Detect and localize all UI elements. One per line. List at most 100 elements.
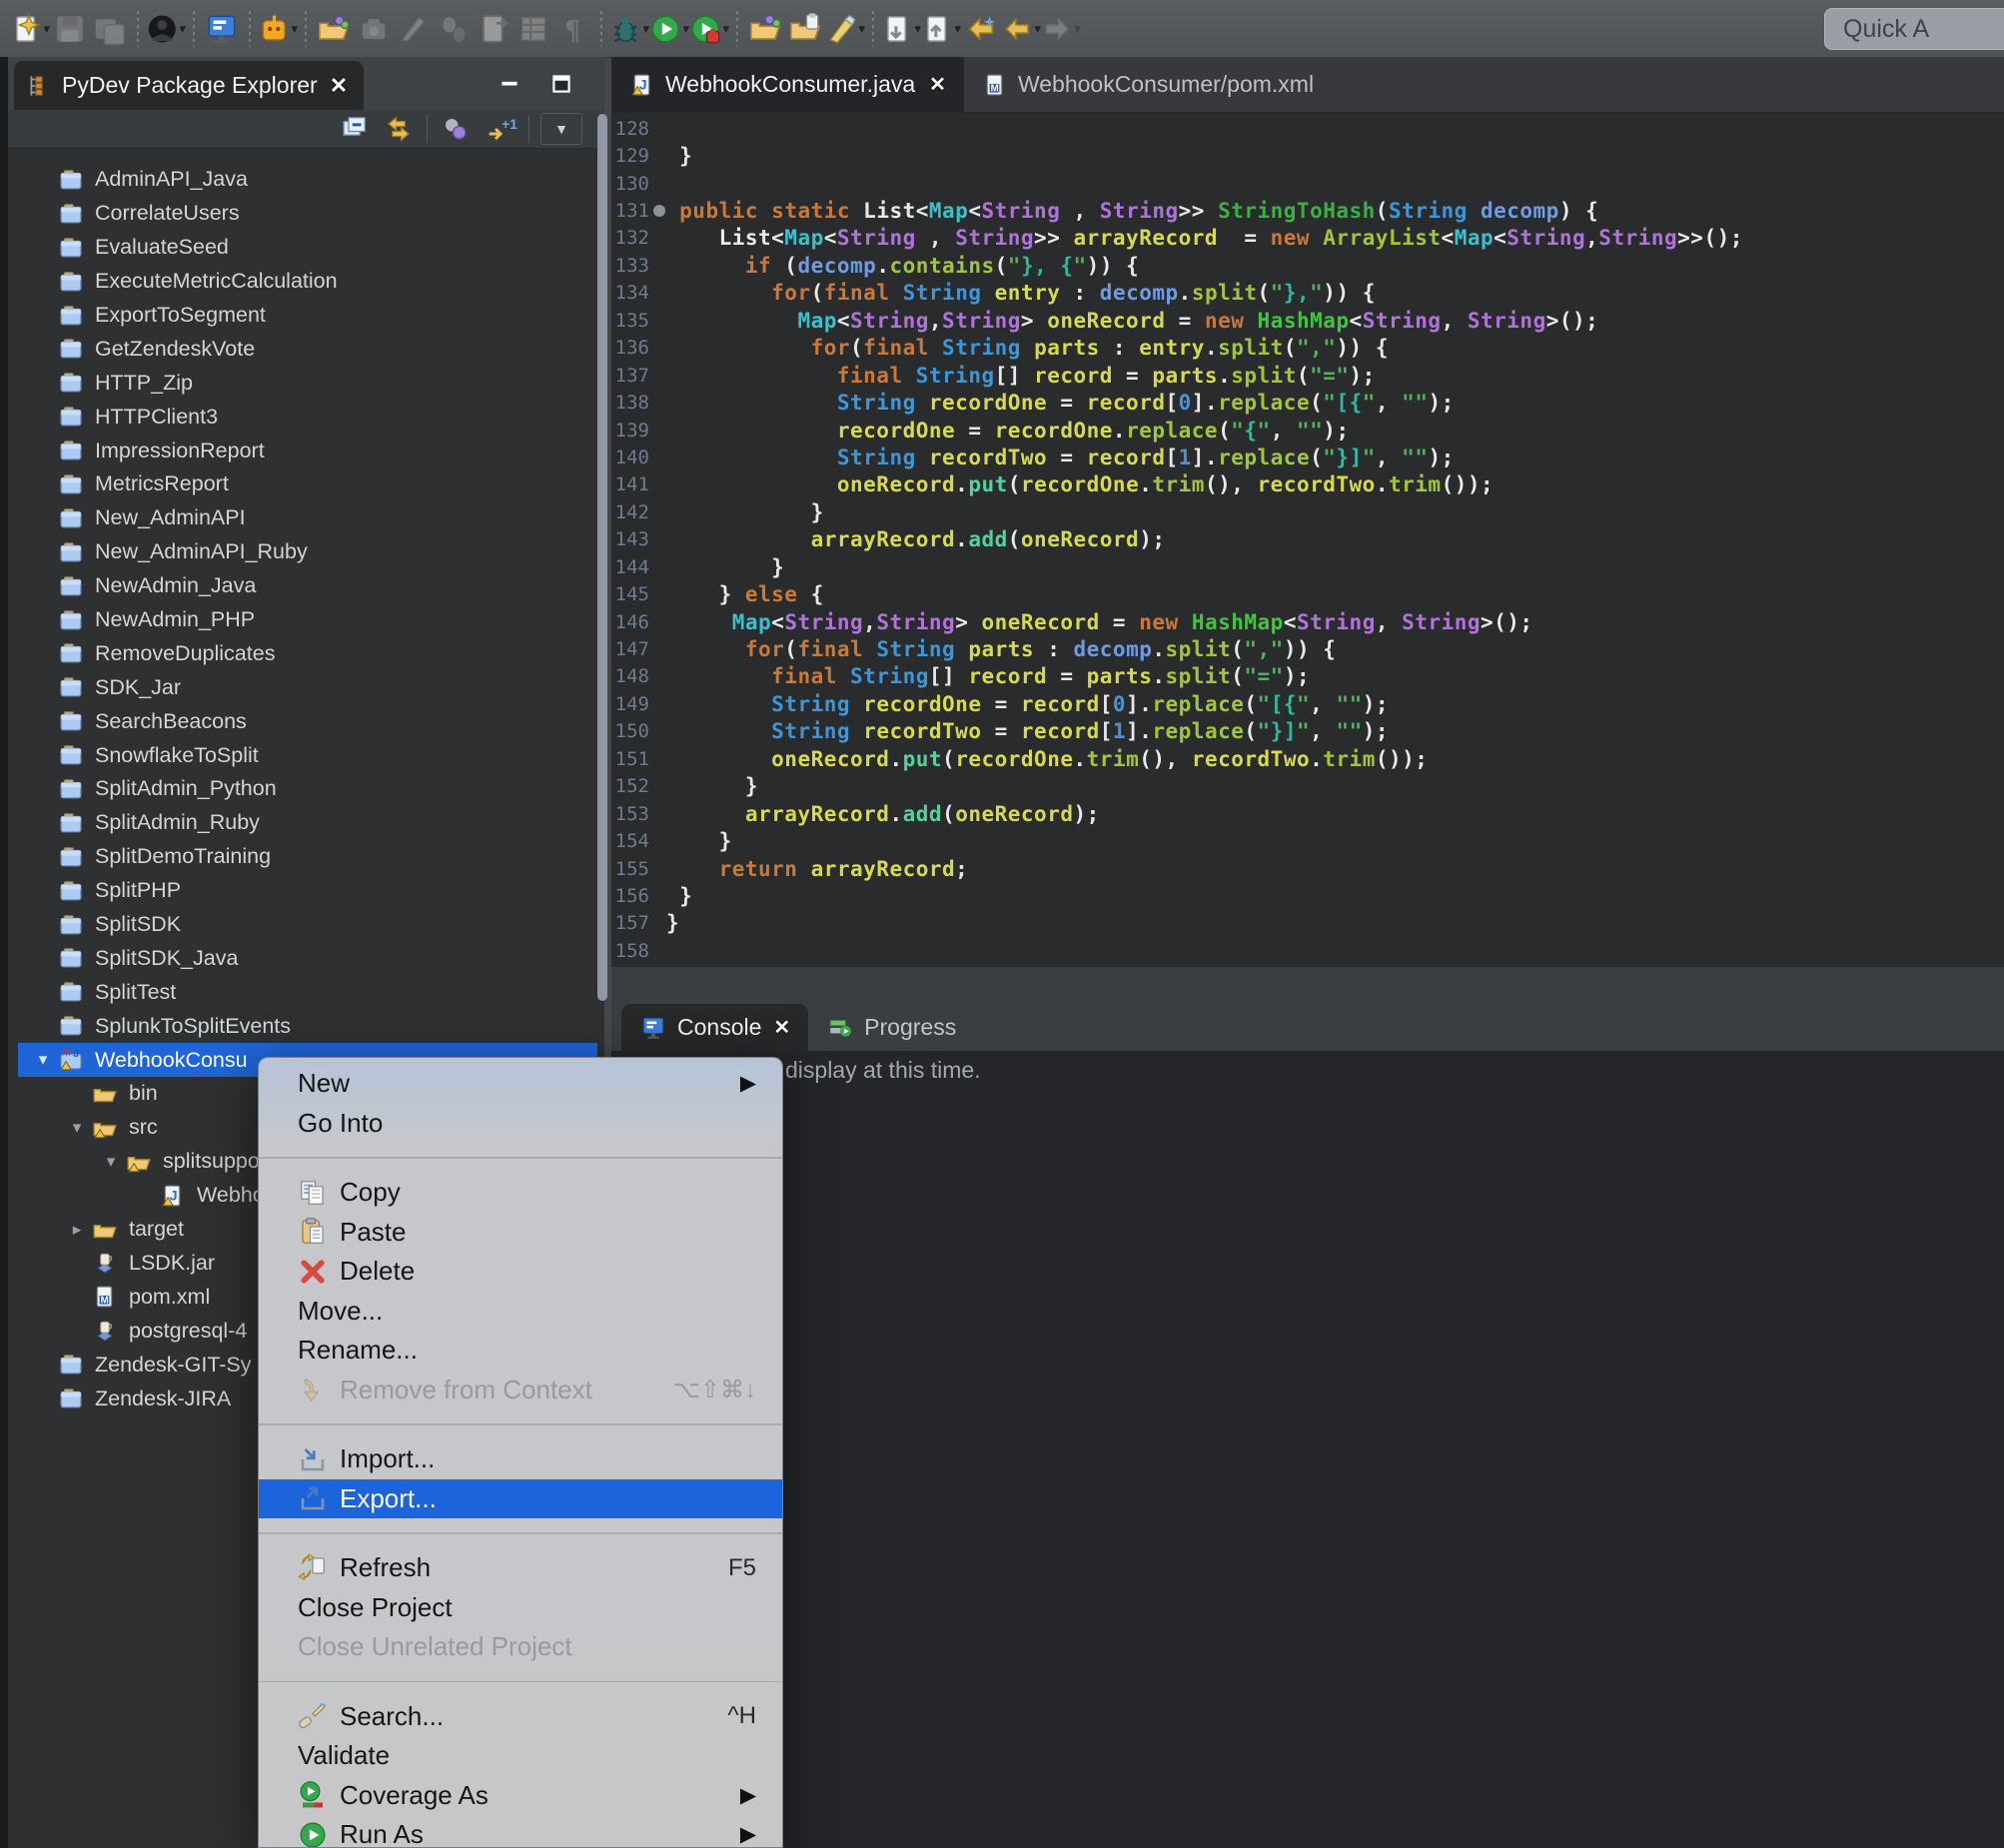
tree-item-splittest[interactable]: SplitTest: [18, 975, 597, 1009]
tree-item-splitadmin-ruby[interactable]: SplitAdmin_Ruby: [18, 806, 597, 840]
tree-item-exporttosegment[interactable]: ExportToSegment: [18, 299, 597, 333]
tree-item-http-zip[interactable]: HTTP_Zip: [18, 366, 597, 400]
previous-annotation-icon[interactable]: ▾: [921, 9, 961, 49]
line-number[interactable]: 157: [611, 912, 649, 934]
editor-tab-webhookconsumer-pom-xml[interactable]: MWebhookConsumer/pom.xml: [964, 57, 1332, 112]
tree-item-executemetriccalculation[interactable]: ExecuteMetricCalculation: [18, 265, 597, 299]
view-menu-icon[interactable]: ▼: [540, 113, 582, 145]
line-number[interactable]: 132: [611, 227, 649, 249]
open-wizard-icon[interactable]: [314, 9, 354, 49]
tree-item-adminapi-java[interactable]: AdminAPI_Java: [18, 163, 597, 197]
tree-item-searchbeacons[interactable]: SearchBeacons: [18, 704, 597, 738]
tree-item-getzendeskvote[interactable]: GetZendeskVote: [18, 332, 597, 366]
line-number[interactable]: 154: [611, 830, 649, 852]
line-number[interactable]: 134: [611, 282, 649, 304]
twistie-icon[interactable]: ▾: [64, 1118, 90, 1138]
menu-item-run-as[interactable]: Run As▶: [259, 1815, 782, 1848]
collapse-all-icon[interactable]: [337, 114, 371, 144]
fold-marker-icon[interactable]: [653, 205, 665, 217]
line-number[interactable]: 131: [611, 200, 649, 222]
menu-item-coverage-as[interactable]: Coverage As▶: [259, 1776, 782, 1816]
line-number[interactable]: 130: [611, 173, 649, 195]
focus-on-active-task-icon[interactable]: +1: [484, 114, 517, 144]
run-icon[interactable]: ▾: [649, 9, 689, 49]
line-number[interactable]: 151: [611, 748, 649, 770]
menu-item-delete[interactable]: Delete: [259, 1252, 782, 1292]
tree-item-correlateusers[interactable]: CorrelateUsers: [18, 197, 597, 231]
debug-icon[interactable]: ▾: [609, 9, 649, 49]
tree-item-evaluateseed[interactable]: EvaluateSeed: [18, 231, 597, 265]
tree-item-new-adminapi[interactable]: New_AdminAPI: [18, 501, 597, 535]
console-tab-console[interactable]: Console✕: [621, 1004, 808, 1051]
next-annotation-icon[interactable]: ▾: [881, 9, 921, 49]
code-area[interactable]: 128129 }130131 public static List<Map<St…: [611, 113, 2004, 965]
menu-item-move-[interactable]: Move...: [259, 1292, 782, 1332]
line-number[interactable]: 145: [611, 583, 649, 605]
line-number[interactable]: 146: [611, 611, 649, 633]
close-tab-icon[interactable]: ✕: [929, 72, 946, 97]
plugin-icon[interactable]: ▾: [258, 9, 298, 49]
menu-item-copy[interactable]: Copy: [259, 1173, 782, 1213]
menu-item-close-project[interactable]: Close Project: [259, 1588, 782, 1628]
line-number[interactable]: 138: [611, 392, 649, 414]
menu-item-rename-[interactable]: Rename...: [259, 1331, 782, 1371]
quick-access-box[interactable]: Quick A: [1824, 8, 2004, 50]
tree-item-newadmin-java[interactable]: NewAdmin_Java: [18, 569, 597, 603]
line-number[interactable]: 139: [611, 420, 649, 442]
line-number[interactable]: 140: [611, 447, 649, 468]
maximize-view-icon[interactable]: [548, 71, 574, 102]
twistie-icon[interactable]: ▾: [98, 1152, 124, 1172]
line-number[interactable]: 144: [611, 556, 649, 578]
line-number[interactable]: 129: [611, 145, 649, 167]
console-display-icon[interactable]: [202, 9, 242, 49]
line-number[interactable]: 155: [611, 858, 649, 880]
close-view-icon[interactable]: ✕: [330, 73, 348, 99]
line-number[interactable]: 147: [611, 638, 649, 660]
tree-item-sdk-jar[interactable]: SDK_Jar: [18, 670, 597, 704]
line-number[interactable]: 149: [611, 693, 649, 715]
line-number[interactable]: 152: [611, 775, 649, 797]
last-edit-location-icon[interactable]: [961, 9, 1001, 49]
menu-item-import-[interactable]: Import...: [259, 1439, 782, 1479]
tab-pydev-package-explorer[interactable]: PyDev Package Explorer ✕: [14, 61, 364, 110]
tree-item-splitadmin-python[interactable]: SplitAdmin_Python: [18, 772, 597, 806]
tree-item-removeduplicates[interactable]: RemoveDuplicates: [18, 636, 597, 670]
line-number[interactable]: 143: [611, 528, 649, 550]
line-number[interactable]: 141: [611, 473, 649, 495]
menu-item-export-[interactable]: Export...: [259, 1479, 782, 1519]
tree-item-newadmin-php[interactable]: NewAdmin_PHP: [18, 603, 597, 637]
minimize-view-icon[interactable]: [497, 71, 522, 102]
open-resource-icon[interactable]: [785, 9, 825, 49]
line-number[interactable]: 153: [611, 803, 649, 825]
tree-item-snowflaketosplit[interactable]: SnowflakeToSplit: [18, 738, 597, 772]
menu-item-new[interactable]: New▶: [259, 1064, 782, 1104]
line-number[interactable]: 128: [611, 118, 649, 140]
line-number[interactable]: 142: [611, 501, 649, 523]
menu-item-search-[interactable]: Search...^H: [259, 1697, 782, 1737]
tree-item-splitdemotraining[interactable]: SplitDemoTraining: [18, 840, 597, 874]
line-number[interactable]: 148: [611, 665, 649, 687]
twistie-icon[interactable]: ▸: [64, 1220, 90, 1240]
back-history-icon[interactable]: ▾: [1001, 9, 1041, 49]
explorer-scrollbar[interactable]: [597, 114, 607, 1001]
line-number[interactable]: 136: [611, 337, 649, 359]
menu-item-go-into[interactable]: Go Into: [259, 1104, 782, 1144]
tree-item-new-adminapi-ruby[interactable]: New_AdminAPI_Ruby: [18, 535, 597, 569]
line-number[interactable]: 133: [611, 255, 649, 277]
tree-item-splitsdk[interactable]: SplitSDK: [18, 908, 597, 942]
line-number[interactable]: 156: [611, 885, 649, 907]
menu-item-validate[interactable]: Validate: [259, 1736, 782, 1776]
console-tab-progress[interactable]: Progress: [808, 1004, 974, 1051]
editor-tab-webhookconsumer-java[interactable]: JWebhookConsumer.java✕: [611, 57, 964, 112]
tree-item-splunktosplitevents[interactable]: SplunkToSplitEvents: [18, 1009, 597, 1043]
tree-item-splitsdk-java[interactable]: SplitSDK_Java: [18, 941, 597, 975]
line-number[interactable]: 150: [611, 720, 649, 742]
tree-item-splitphp[interactable]: SplitPHP: [18, 874, 597, 908]
highlighter-icon[interactable]: ▾: [825, 9, 865, 49]
close-tab-icon[interactable]: ✕: [773, 1015, 790, 1040]
external-tools-icon[interactable]: ▾: [689, 9, 729, 49]
link-with-editor-icon[interactable]: [382, 114, 416, 144]
line-number[interactable]: 137: [611, 365, 649, 387]
user-profile-icon[interactable]: ▾: [146, 9, 186, 49]
menu-item-refresh[interactable]: RefreshF5: [259, 1548, 782, 1588]
